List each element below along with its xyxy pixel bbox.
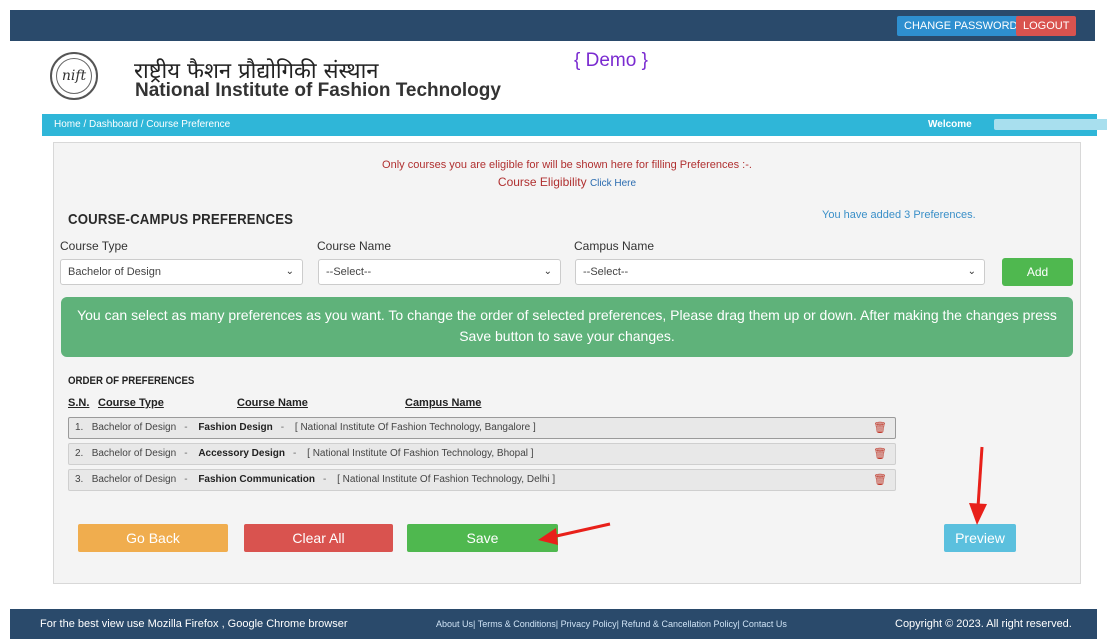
header-course-name: Course Name	[237, 397, 308, 409]
row-sn: 3.	[75, 474, 84, 485]
arrow-to-preview-annotation	[969, 446, 987, 525]
row-course-type: Bachelor of Design	[91, 422, 177, 433]
drag-info-banner: You can select as many preferences as yo…	[61, 297, 1073, 357]
row-campus-name: [ National Institute Of Fashion Technolo…	[307, 448, 534, 459]
breadcrumb: Home / Dashboard / Course Preference Wel…	[42, 114, 1107, 136]
course-name-select[interactable]: --Select-- ⌄	[318, 259, 561, 285]
chevron-down-icon: ⌄	[543, 266, 552, 277]
header-campus-name: Campus Name	[405, 397, 482, 409]
row-campus-name: [ National Institute Of Fashion Technolo…	[294, 422, 536, 433]
click-here-link[interactable]: Click Here	[590, 178, 636, 189]
demo-label: { Demo }	[574, 50, 648, 71]
row-course-name: Fashion Communication	[198, 474, 315, 485]
campus-name-select[interactable]: --Select-- ⌄	[575, 259, 985, 285]
copyright: Copyright © 2023. All right reserved.	[895, 618, 1072, 630]
row-course-name: Accessory Design	[198, 448, 286, 459]
browser-note: For the best view use Mozilla Firefox , …	[40, 618, 348, 630]
breadcrumb-path[interactable]: Home / Dashboard / Course Preference	[54, 114, 230, 136]
campus-name-value: --Select--	[583, 266, 629, 278]
row-course-type: Bachelor of Design	[91, 448, 177, 459]
chevron-down-icon: ⌄	[967, 266, 976, 277]
logo-text: nift	[56, 58, 92, 94]
trash-icon[interactable]: 🗑	[873, 444, 887, 464]
course-type-value: Bachelor of Design	[68, 266, 161, 278]
logout-button[interactable]: LOGOUT	[1016, 16, 1077, 36]
header-course-type: Course Type	[98, 397, 164, 409]
section-title: COURSE-CAMPUS PREFERENCES	[68, 211, 294, 228]
order-title: ORDER OF PREFERENCES	[68, 375, 195, 387]
course-type-label: Course Type	[60, 239, 128, 253]
row-campus-name: [ National Institute Of Fashion Technolo…	[337, 474, 556, 485]
top-bar: CHANGE PASSWORD LOGOUT	[10, 10, 1095, 41]
row-course-name: Fashion Design	[198, 422, 273, 433]
footer: For the best view use Mozilla Firefox , …	[10, 609, 1097, 639]
trash-icon[interactable]: 🗑	[873, 470, 887, 490]
course-name-value: --Select--	[326, 266, 372, 278]
nift-logo: nift	[50, 52, 98, 100]
row-sn: 1.	[75, 422, 84, 433]
chevron-down-icon: ⌄	[285, 266, 294, 277]
arrow-to-save-annotation	[538, 522, 611, 545]
add-button[interactable]: Add	[1002, 258, 1073, 286]
header-sn: S.N.	[68, 397, 90, 409]
course-eligibility-label: Course Eligibility	[497, 175, 587, 189]
preference-row[interactable]: 1. Bachelor of Design - Fashion Design - […	[68, 417, 896, 439]
clear-all-button[interactable]: Clear All	[244, 524, 393, 552]
user-email-redacted	[994, 119, 1107, 130]
preference-row[interactable]: 3. Bachelor of Design - Fashion Communica…	[68, 469, 896, 491]
course-name-label: Course Name	[317, 239, 392, 253]
go-back-button[interactable]: Go Back	[78, 524, 228, 552]
course-type-select[interactable]: Bachelor of Design ⌄	[60, 259, 303, 285]
preference-row[interactable]: 2. Bachelor of Design - Accessory Design -…	[68, 443, 896, 465]
institute-name-english: National Institute of Fashion Technology	[135, 80, 501, 101]
footer-links[interactable]: About Us| Terms & Conditions| Privacy Po…	[436, 609, 787, 639]
welcome-label: Welcome	[928, 119, 972, 130]
trash-icon[interactable]: 🗑	[873, 418, 887, 438]
eligibility-notice: Only courses you are eligible for will b…	[382, 159, 752, 171]
row-course-type: Bachelor of Design	[91, 474, 177, 485]
course-eligibility-line: Course Eligibility Click Here	[54, 175, 1080, 189]
change-password-button[interactable]: CHANGE PASSWORD	[897, 16, 1025, 36]
row-sn: 2.	[75, 448, 84, 459]
campus-name-label: Campus Name	[574, 239, 655, 253]
preferences-count: You have added 3 Preferences.	[822, 209, 976, 221]
